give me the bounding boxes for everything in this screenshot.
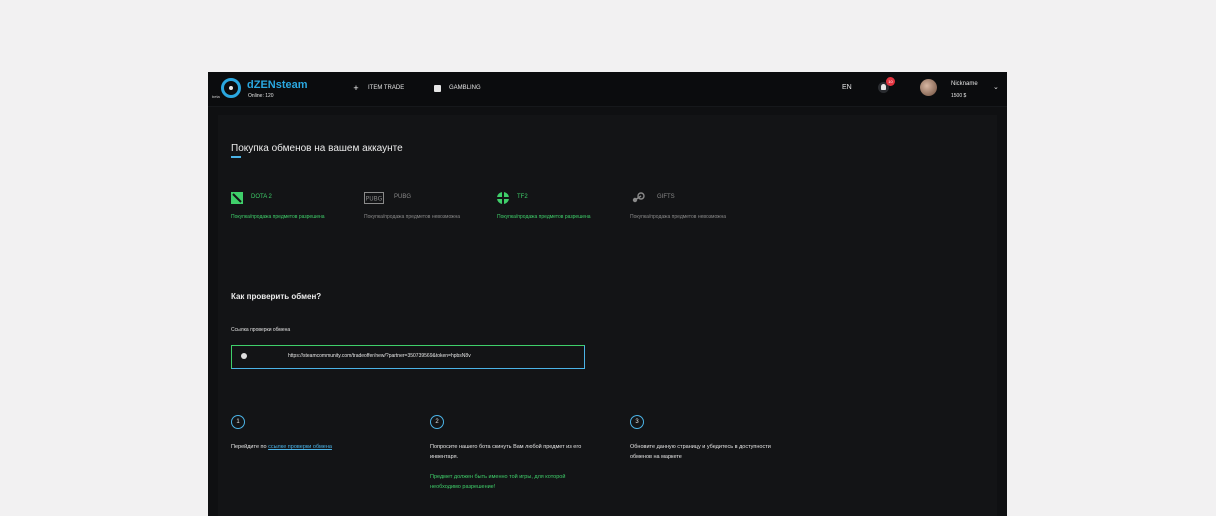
step-text-prefix: Перейдите по	[231, 444, 269, 450]
step-text: Перейдите по ссылке проверки обмена	[231, 442, 391, 452]
step-number: 3	[630, 415, 644, 429]
section-title: Как проверить обмен?	[231, 292, 322, 301]
step-number: 1	[231, 415, 245, 429]
chevron-down-icon[interactable]: ⌄	[993, 83, 999, 91]
globe-icon	[241, 353, 247, 359]
nav-item-label: ITEM TRADE	[368, 85, 405, 91]
language-switch[interactable]: EN	[842, 84, 852, 91]
tf2-icon	[497, 192, 509, 204]
logo-icon[interactable]	[221, 78, 241, 98]
online-count: Online: 120	[248, 93, 274, 99]
pubg-icon: PUBG	[364, 192, 384, 204]
game-status: Покупка/продажа предметов разрешена	[497, 214, 591, 220]
nav-item-trade[interactable]: + ITEM TRADE	[352, 83, 405, 93]
user-nickname[interactable]: Nickname	[951, 81, 978, 87]
beta-label: beta	[212, 94, 220, 99]
nav-item-label: GAMBLING	[449, 85, 481, 91]
top-navbar: beta dZENsteam Online: 120 + ITEM TRADE …	[208, 72, 1007, 107]
title-underline	[231, 156, 241, 158]
game-status: Покупка/продажа предметов невозможна	[630, 214, 727, 220]
step-text: Попросите нашего бота скинуть Вам любой …	[430, 444, 582, 460]
app-window: beta dZENsteam Online: 120 + ITEM TRADE …	[208, 72, 1007, 516]
page-title: Покупка обменов на вашем аккаунте	[231, 143, 403, 154]
nav-item-gambling[interactable]: GAMBLING	[433, 84, 481, 92]
dice-icon	[433, 84, 441, 92]
game-name: PUBG	[394, 194, 412, 200]
brand-name[interactable]: dZENsteam	[247, 79, 308, 91]
game-name: DOTA 2	[251, 194, 272, 200]
content-panel: Покупка обменов на вашем аккаунте DOTA 2…	[218, 115, 997, 516]
svg-text:PUBG: PUBG	[366, 196, 383, 203]
game-status: Покупка/продажа предметов разрешена	[231, 214, 325, 220]
game-status: Покупка/продажа предметов невозможна	[364, 214, 461, 220]
step-number: 2	[430, 415, 444, 429]
user-balance: 1500 $	[951, 93, 967, 99]
notification-badge: 10	[886, 77, 895, 86]
trade-check-link[interactable]: ссылке проверки обмена	[268, 444, 332, 450]
plus-icon: +	[353, 83, 359, 93]
step-text: Обновите данную страницу и убедитесь в д…	[630, 444, 771, 460]
dota2-icon	[231, 192, 243, 204]
link-label: Ссылка проверки обмена	[231, 327, 291, 333]
step-note: Предмет должен быть именно той игры, для…	[430, 474, 566, 490]
trade-link-input[interactable]: https://steamcommunity.com/tradeoffer/ne…	[231, 345, 585, 369]
trade-link-value[interactable]: https://steamcommunity.com/tradeoffer/ne…	[288, 353, 471, 359]
avatar[interactable]	[920, 79, 937, 96]
game-name: GIFTS	[657, 194, 675, 200]
game-name: TF2	[517, 194, 528, 200]
steam-icon	[632, 192, 645, 203]
